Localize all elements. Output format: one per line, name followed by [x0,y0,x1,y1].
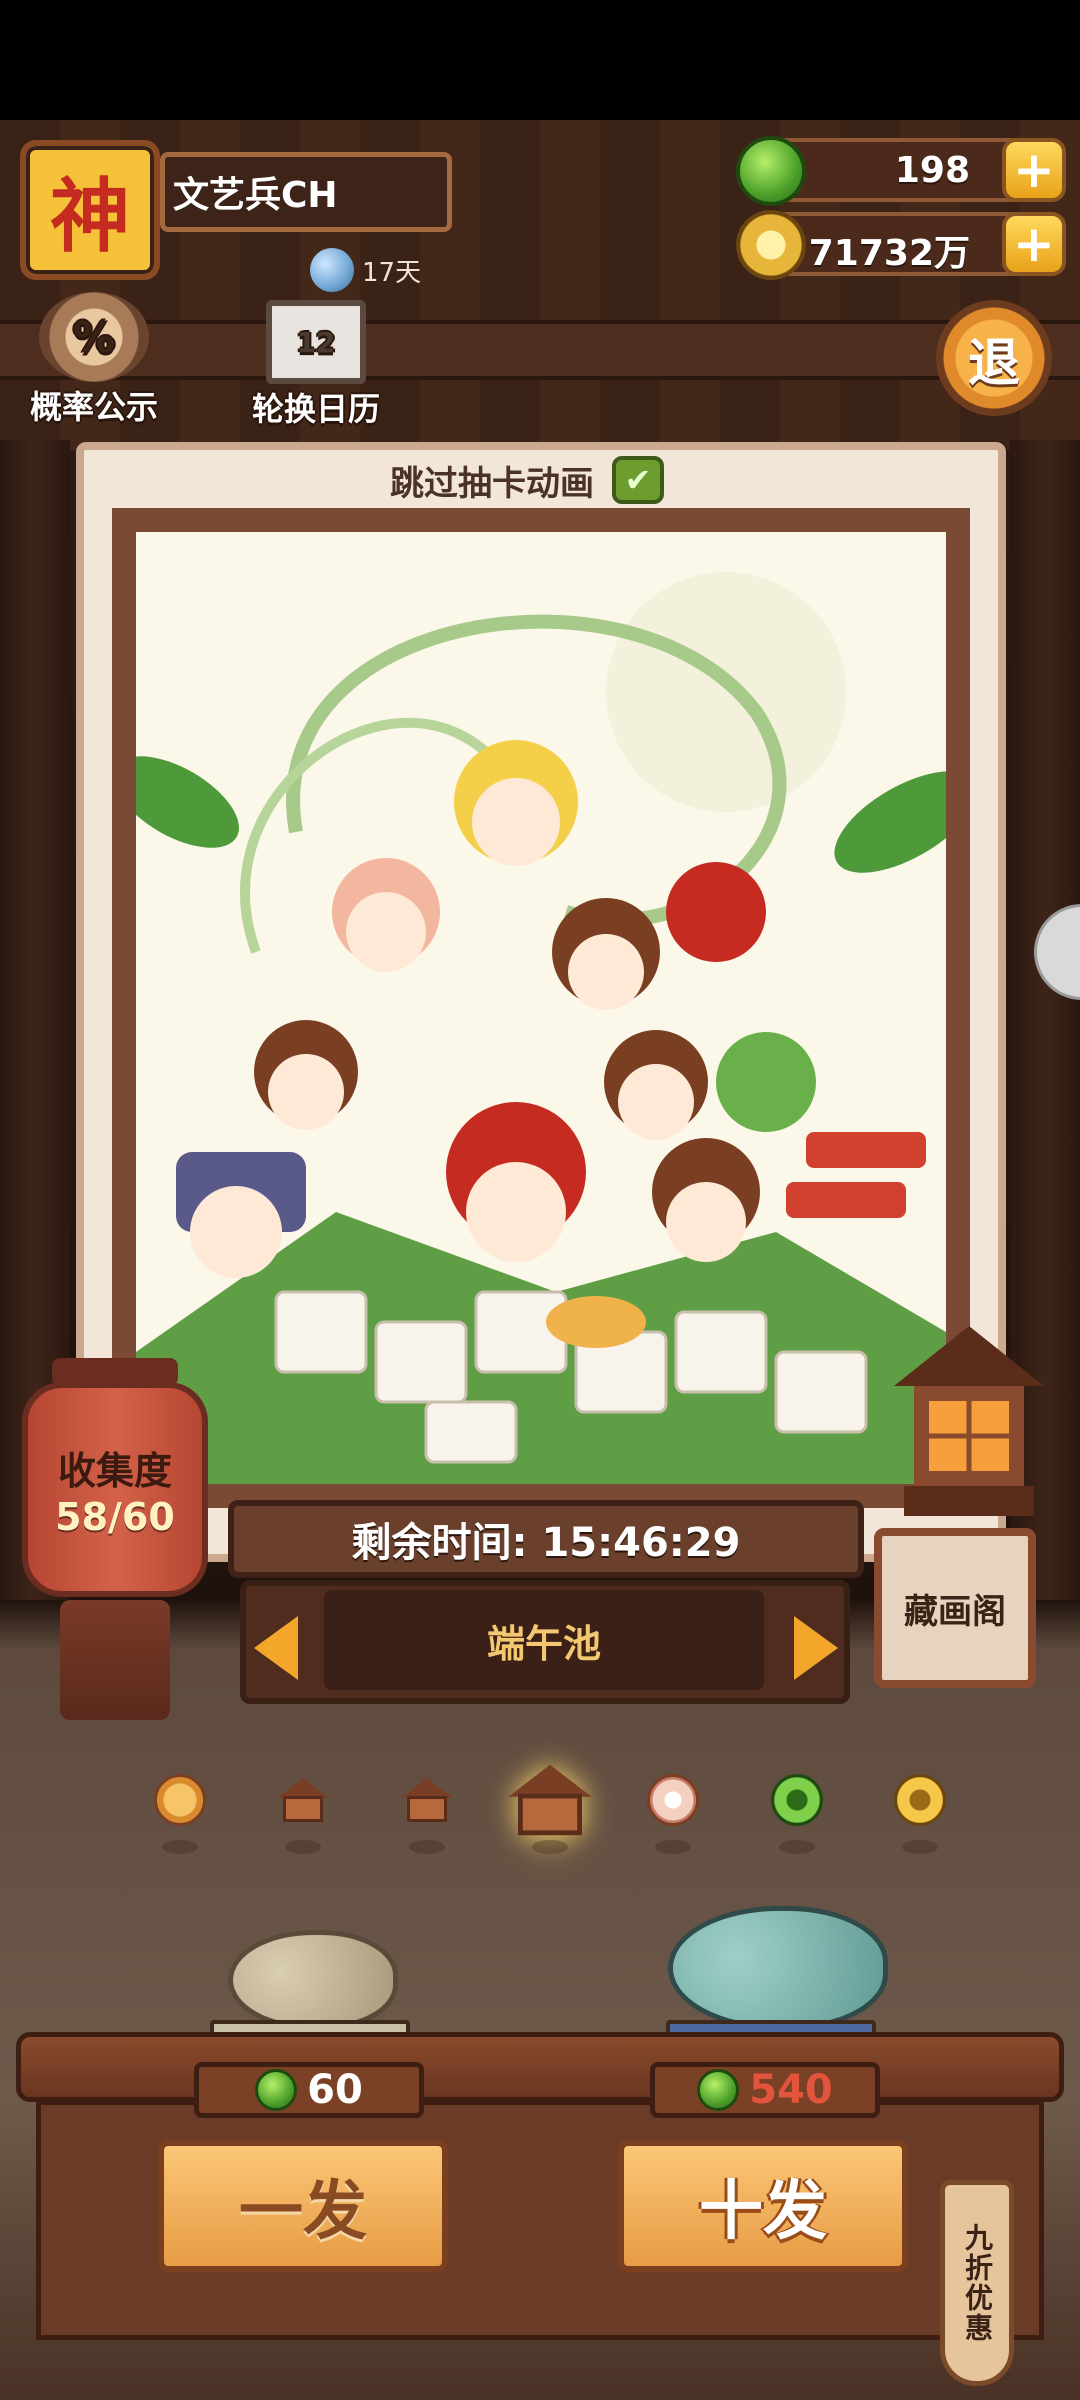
lantern-icon [154,1774,206,1826]
pool-artwork [136,532,946,1484]
arrow-right-icon [794,1616,838,1680]
jade-icon [255,2069,298,2111]
roof-beam [0,320,1080,380]
skip-animation-label: 跳过抽卡动画 [390,463,594,504]
probability-button[interactable]: % 概率公示 [30,292,158,428]
ten-cost-value: 540 [749,2067,833,2113]
arrow-left-icon [254,1616,298,1680]
tab-lantern[interactable] [150,1770,210,1854]
coin-amount: 71732万 [808,233,970,274]
gallery-button[interactable]: 藏画阁 [874,1528,1036,1688]
collection-label: 收集度 [57,1449,172,1493]
lantern-stand [60,1600,170,1720]
pool-name: 端午池 [324,1590,764,1690]
discount-tag: 九折优惠 [940,2180,1014,2386]
calendar-label: 轮换日历 [252,390,381,428]
coin-icon [893,1774,946,1826]
jade-icon [770,1774,823,1826]
jade-icon [736,136,806,206]
fish-figure-single [228,1930,398,2030]
tab-house-2[interactable] [397,1770,457,1854]
jade-currency: 198 + [736,136,1066,206]
avatar-glyph: 神 [50,169,130,263]
fish-figure-ten [668,1906,888,2030]
coin-currency: 71732万 + [736,210,1066,280]
skip-animation-toggle[interactable]: 跳过抽卡动画 ✔ [390,452,664,508]
shelf-top [16,2032,1064,2102]
game-screen: 神 文艺兵CH 17天 % 概率公示 12 轮换日历 198 + 71732万 … [0,0,1080,2400]
prev-pool-button[interactable] [246,1600,306,1696]
house-icon [400,1778,453,1822]
login-days: 17天 [310,248,421,292]
ten-draw-cost: 540 [650,2062,880,2118]
player-avatar[interactable]: 神 [20,140,160,280]
jade-icon [697,2069,740,2111]
dragon-boat-illustration [136,532,946,1484]
status-bar-area [0,0,1080,120]
tab-jade[interactable] [767,1770,827,1854]
days-label: 17天 [362,257,422,288]
coin-icon [736,210,806,280]
pool-tabs [150,1760,950,1854]
add-jade-button[interactable]: + [1002,138,1066,202]
globe-icon [310,248,354,292]
gallery-lamp-icon [894,1326,1044,1516]
collection-lantern[interactable]: 收集度 58/60 [22,1382,208,1597]
add-coin-button[interactable]: + [1002,212,1066,276]
tab-plus[interactable] [643,1770,703,1854]
remaining-time: 剩余时间: 15:46:29 [228,1500,864,1578]
percent-gear-icon: % [39,292,149,382]
probability-label: 概率公示 [30,388,159,426]
house-icon [508,1764,592,1836]
jade-amount: 198 [894,150,970,191]
tab-coin[interactable] [890,1770,950,1854]
collection-value: 58/60 [55,1495,175,1539]
single-cost-value: 60 [307,2067,363,2113]
tab-house-1[interactable] [273,1770,333,1854]
pool-artwork-frame [112,508,970,1508]
house-icon [277,1778,330,1822]
single-draw-cost: 60 [194,2062,424,2118]
exit-button[interactable]: 退 [936,300,1052,416]
checkbox-checked-icon[interactable]: ✔ [612,456,664,504]
single-draw-button[interactable]: 一发 [158,2140,448,2272]
ten-draw-button[interactable]: 十发 [618,2140,908,2272]
tab-house-active[interactable] [508,1764,592,1854]
calendar-button[interactable]: 12 轮换日历 [252,300,380,430]
next-pool-button[interactable] [786,1600,846,1696]
player-name: 文艺兵CH [160,152,452,232]
calendar-icon: 12 [266,300,366,384]
plus-token-icon [647,1774,700,1826]
